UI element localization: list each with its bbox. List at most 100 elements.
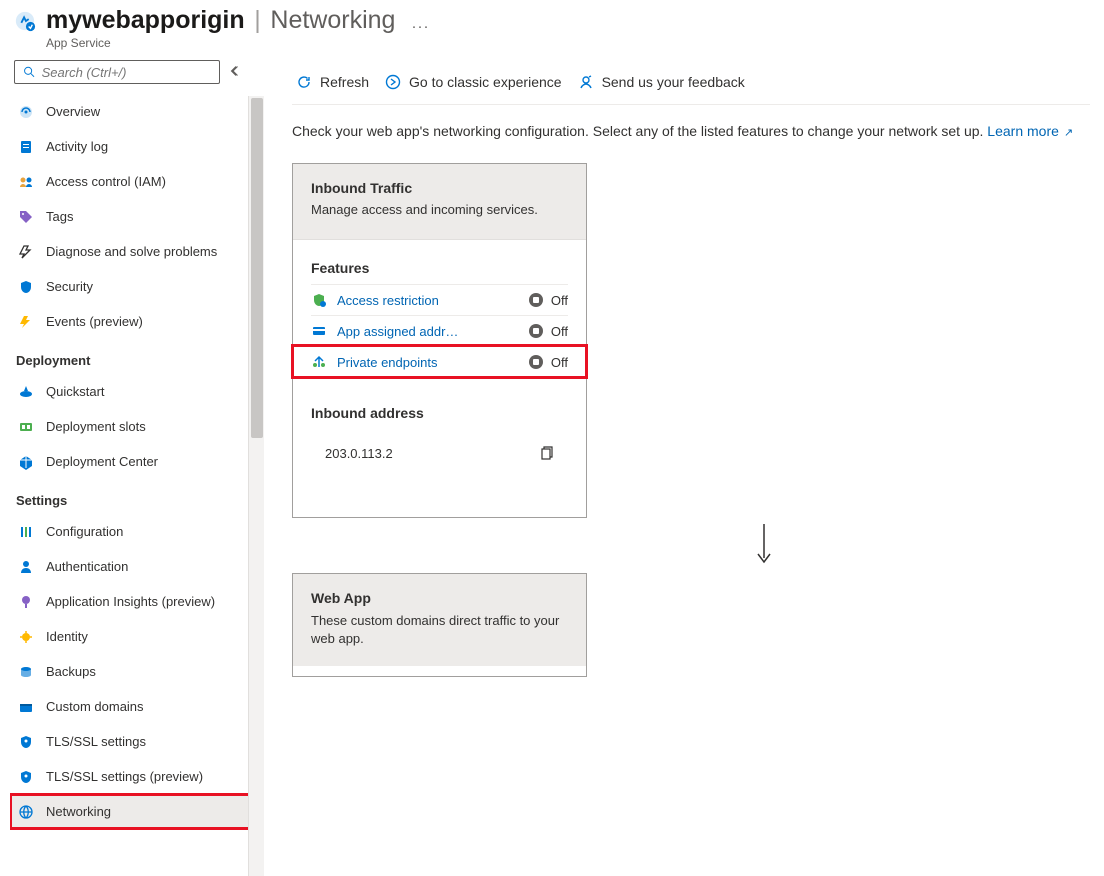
sidebar-item-label: Security xyxy=(46,279,93,294)
security-icon xyxy=(18,279,34,295)
iam-icon xyxy=(18,174,34,190)
status-dot-icon xyxy=(529,355,543,369)
sidebar-item-label: TLS/SSL settings (preview) xyxy=(46,769,203,784)
refresh-icon xyxy=(296,74,312,90)
app-service-icon xyxy=(14,10,36,32)
feature-status: Off xyxy=(551,293,568,308)
inbound-address-value: 203.0.113.2 xyxy=(325,446,393,461)
resource-type-label: App Service xyxy=(46,36,395,50)
sidebar-item-label: Backups xyxy=(46,664,96,679)
activity-icon xyxy=(18,139,34,155)
sidebar-item-tls[interactable]: TLS/SSL settings xyxy=(10,724,258,759)
sidebar-item-overview[interactable]: Overview xyxy=(10,94,258,129)
feedback-button[interactable]: Send us your feedback xyxy=(574,70,749,94)
sidebar-item-tags[interactable]: Tags xyxy=(10,199,258,234)
feedback-icon xyxy=(578,74,594,90)
sidebar-item-label: Application Insights (preview) xyxy=(46,594,215,609)
command-bar: Refresh Go to classic experience Send us… xyxy=(292,70,1090,105)
sidebar-item-label: Deployment slots xyxy=(46,419,146,434)
resource-name: mywebapporigin xyxy=(46,6,245,34)
sidebar-item-diagnose[interactable]: Diagnose and solve problems xyxy=(10,234,258,269)
identity-icon xyxy=(18,629,34,645)
sidebar-search[interactable] xyxy=(14,60,220,84)
inbound-address-heading: Inbound address xyxy=(311,405,568,421)
sidebar-item-label: Authentication xyxy=(46,559,128,574)
sidebar-item-label: Activity log xyxy=(46,139,108,154)
inbound-traffic-card: Inbound Traffic Manage access and incomi… xyxy=(292,163,587,518)
events-icon xyxy=(18,314,34,330)
sidebar-nav: Overview Activity log Access control (IAM)… xyxy=(10,94,262,861)
quickstart-icon xyxy=(18,384,34,400)
sidebar-item-label: Identity xyxy=(46,629,88,644)
sidebar-item-iam[interactable]: Access control (IAM) xyxy=(10,164,258,199)
sidebar-item-label: Diagnose and solve problems xyxy=(46,244,217,259)
tlsp-icon xyxy=(18,769,34,785)
domains-icon xyxy=(18,699,34,715)
sidebar-item-identity[interactable]: Identity xyxy=(10,619,258,654)
tags-icon xyxy=(18,209,34,225)
sidebar-item-label: Overview xyxy=(46,104,100,119)
sidebar-item-label: Custom domains xyxy=(46,699,144,714)
sidebar-item-config[interactable]: Configuration xyxy=(10,514,258,549)
sidebar-item-depcenter[interactable]: Deployment Center xyxy=(10,444,258,479)
sidebar-item-label: Quickstart xyxy=(46,384,105,399)
feature-row-endpoint: Private endpoints Off xyxy=(293,346,586,377)
shield-icon xyxy=(311,292,327,308)
diagnose-icon xyxy=(18,244,34,260)
sidebar-item-slots[interactable]: Deployment slots xyxy=(10,409,258,444)
sidebar-item-activity[interactable]: Activity log xyxy=(10,129,258,164)
sidebar-item-networking[interactable]: Networking xyxy=(10,794,258,829)
search-input[interactable] xyxy=(42,65,211,80)
external-link-icon: ↗ xyxy=(1061,127,1073,139)
learn-more-link[interactable]: Learn more ↗ xyxy=(987,123,1073,139)
sidebar-item-label: Configuration xyxy=(46,524,123,539)
inbound-subtitle: Manage access and incoming services. xyxy=(311,202,568,217)
sidebar-item-quickstart[interactable]: Quickstart xyxy=(10,374,258,409)
sidebar-item-backups[interactable]: Backups xyxy=(10,654,258,689)
backups-icon xyxy=(18,664,34,680)
nav-section-heading: Settings xyxy=(10,479,258,514)
config-icon xyxy=(18,524,34,540)
sidebar-item-label: Networking xyxy=(46,804,111,819)
sidebar-item-appinsights[interactable]: Application Insights (preview) xyxy=(10,584,258,619)
sidebar-item-label: Events (preview) xyxy=(46,314,143,329)
arrow-right-circle-icon xyxy=(385,74,401,90)
web-app-card: Web App These custom domains direct traf… xyxy=(292,573,587,677)
endpoint-icon xyxy=(311,354,327,370)
nav-section-heading: Deployment xyxy=(10,339,258,374)
page-section-title: Networking xyxy=(270,6,395,34)
feature-row-card: App assigned addr…Off xyxy=(311,315,568,346)
slots-icon xyxy=(18,419,34,435)
overview-icon xyxy=(18,104,34,120)
status-dot-icon xyxy=(529,293,543,307)
feature-link[interactable]: Access restriction xyxy=(337,293,439,308)
appinsights-icon xyxy=(18,594,34,610)
sidebar-item-auth[interactable]: Authentication xyxy=(10,549,258,584)
feature-row-shield: Access restriction Off xyxy=(311,284,568,315)
refresh-button[interactable]: Refresh xyxy=(292,70,373,94)
web-app-subtitle: These custom domains direct traffic to y… xyxy=(311,612,568,648)
auth-icon xyxy=(18,559,34,575)
sidebar-item-domains[interactable]: Custom domains xyxy=(10,689,258,724)
sidebar-item-label: Access control (IAM) xyxy=(46,174,166,189)
search-icon xyxy=(23,65,36,79)
description-text: Check your web app's networking configur… xyxy=(292,105,1090,163)
web-app-title: Web App xyxy=(311,590,568,606)
classic-experience-button[interactable]: Go to classic experience xyxy=(381,70,566,94)
card-icon xyxy=(311,323,327,339)
copy-button[interactable] xyxy=(538,445,554,461)
more-actions-button[interactable]: ··· xyxy=(411,18,429,35)
feature-link[interactable]: Private endpoints xyxy=(337,355,437,370)
features-heading: Features xyxy=(311,260,568,276)
depcenter-icon xyxy=(18,454,34,470)
sidebar-item-label: Tags xyxy=(46,209,73,224)
sidebar-item-security[interactable]: Security xyxy=(10,269,258,304)
tls-icon xyxy=(18,734,34,750)
status-dot-icon xyxy=(529,324,543,338)
sidebar-item-tlsp[interactable]: TLS/SSL settings (preview) xyxy=(10,759,258,794)
feature-link[interactable]: App assigned addr… xyxy=(337,324,458,339)
sidebar-item-label: TLS/SSL settings xyxy=(46,734,146,749)
collapse-sidebar-button[interactable] xyxy=(230,65,242,80)
sidebar-item-events[interactable]: Events (preview) xyxy=(10,304,258,339)
feature-status: Off xyxy=(551,355,568,370)
